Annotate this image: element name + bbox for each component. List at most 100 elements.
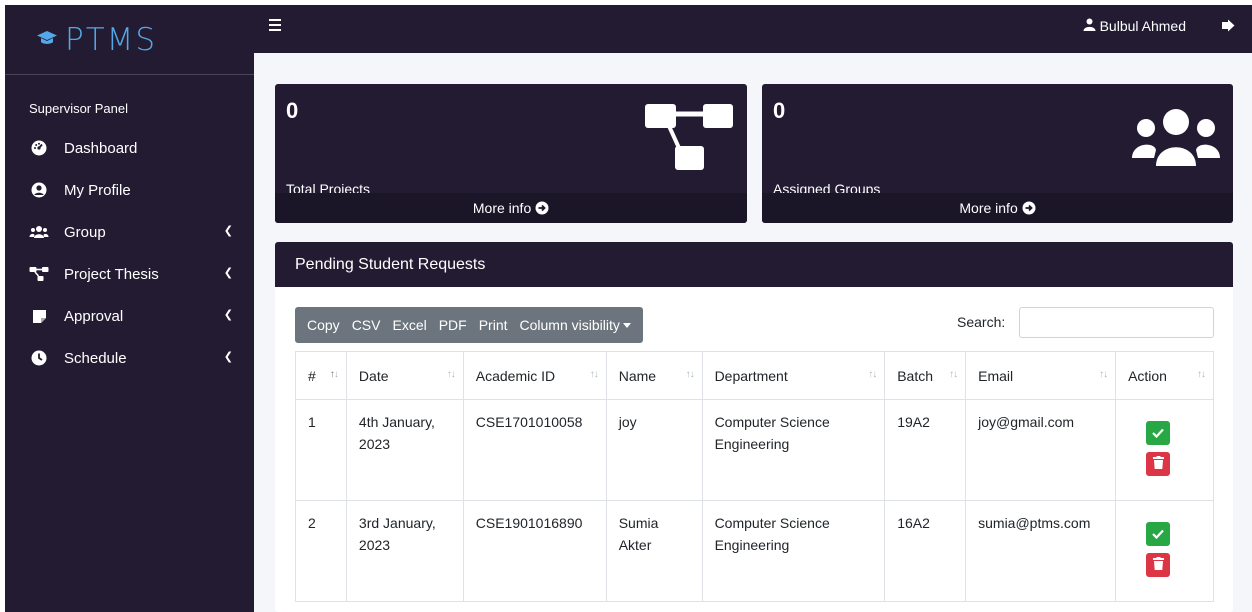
copy-button[interactable]: Copy [301, 317, 346, 333]
caret-down-icon [622, 323, 631, 328]
sidebar-item-label: My Profile [64, 181, 131, 199]
cell-number: 2 [295, 500, 347, 602]
user-circle-icon [28, 182, 50, 198]
stat-card-assigned-groups: 0 Assigned Groups More info [762, 84, 1233, 223]
excel-button[interactable]: Excel [386, 317, 432, 333]
stat-value: 0 [286, 98, 299, 123]
top-navbar: Bulbul Ahmed [254, 5, 1252, 53]
chevron-left-icon: ❮ [223, 351, 233, 363]
requests-table: # ↑↓ Date ↑↓ Academic ID ↑↓ Name ↑↓ Departme… [295, 351, 1214, 602]
card-title: Pending Student Requests [275, 242, 1233, 287]
sidebar: PTMS Supervisor Panel Dashboard My Profi… [5, 5, 254, 612]
cell-name: joy [605, 399, 703, 501]
export-button-group: Copy CSV Excel PDF Print Column visibili… [295, 307, 643, 343]
sort-icon: ↑↓ [589, 369, 599, 380]
cell-action [1115, 500, 1214, 602]
more-info-link[interactable]: More info [275, 193, 747, 223]
column-header-academic-id[interactable]: Academic ID ↑↓ [462, 351, 607, 400]
cell-date: 3rd January, 2023 [345, 500, 464, 602]
sort-icon: ↑↓ [446, 369, 456, 380]
menu-toggle-icon[interactable] [269, 19, 281, 34]
column-visibility-button[interactable]: Column visibility [514, 317, 637, 333]
cell-action [1115, 399, 1214, 501]
sort-icon: ↑↓ [1197, 369, 1206, 380]
approve-button[interactable] [1146, 421, 1171, 445]
sidebar-nav: Dashboard My Profile Group ❮ Project The… [5, 127, 254, 379]
more-info-link[interactable]: More info [762, 193, 1233, 223]
arrow-circle-right-icon [535, 200, 549, 216]
more-info-label: More info [472, 200, 532, 216]
table-row: 2 3rd January, 2023 CSE1901016890 Sumia … [295, 500, 1214, 602]
panel-label: Supervisor Panel [29, 101, 128, 116]
column-header-department[interactable]: Department ↑↓ [701, 351, 886, 400]
trash-icon [1152, 554, 1164, 576]
users-icon [28, 224, 50, 240]
cell-email: joy@gmail.com [965, 399, 1117, 501]
pdf-button[interactable]: PDF [433, 317, 473, 333]
pending-requests-card: Pending Student Requests Copy CSV Excel … [275, 242, 1233, 612]
column-header-email[interactable]: Email ↑↓ [965, 351, 1117, 400]
sidebar-item-my-profile[interactable]: My Profile [5, 169, 254, 211]
chevron-left-icon: ❮ [223, 267, 233, 279]
cell-batch: 16A2 [884, 500, 967, 602]
logout-icon[interactable] [1221, 19, 1235, 36]
brand-logo[interactable]: PTMS [5, 5, 254, 75]
check-icon [1152, 523, 1164, 545]
cell-number: 1 [295, 399, 347, 501]
column-header-name[interactable]: Name ↑↓ [605, 351, 703, 400]
approve-button[interactable] [1146, 522, 1171, 546]
sort-icon: ↑↓ [329, 369, 339, 380]
column-header-number[interactable]: # ↑↓ [295, 351, 347, 400]
sort-icon: ↑↓ [949, 369, 958, 380]
sidebar-item-schedule[interactable]: Schedule ❮ [5, 337, 254, 379]
csv-button[interactable]: CSV [346, 317, 387, 333]
brand-name: PTMS [65, 21, 158, 58]
delete-button[interactable] [1146, 452, 1171, 476]
print-button[interactable]: Print [473, 317, 514, 333]
sidebar-item-approval[interactable]: Approval ❮ [5, 295, 254, 337]
search-input[interactable] [1019, 307, 1214, 338]
chevron-left-icon: ❮ [223, 309, 233, 321]
sidebar-item-group[interactable]: Group ❮ [5, 211, 254, 253]
sort-icon: ↑↓ [685, 369, 695, 380]
sidebar-item-project-thesis[interactable]: Project Thesis ❮ [5, 253, 254, 295]
project-diagram-icon [645, 102, 735, 178]
table-row: 1 4th January, 2023 CSE1701010058 joy Co… [295, 399, 1214, 501]
sidebar-item-label: Group [64, 223, 106, 241]
stat-card-total-projects: 0 Total Projects More info [275, 84, 747, 223]
trash-icon [1152, 453, 1164, 475]
more-info-label: More info [959, 200, 1018, 216]
project-diagram-icon [28, 266, 50, 282]
cell-name: Sumia Akter [605, 500, 703, 602]
sticky-note-icon [28, 308, 50, 324]
user-name: Bulbul Ahmed [1099, 18, 1186, 34]
column-visibility-label: Column visibility [519, 317, 620, 333]
delete-button[interactable] [1146, 553, 1171, 577]
user-icon [1083, 18, 1096, 34]
check-icon [1152, 422, 1164, 444]
app-frame: PTMS Supervisor Panel Dashboard My Profi… [0, 0, 1252, 612]
table-header-row: # ↑↓ Date ↑↓ Academic ID ↑↓ Name ↑↓ Departme… [295, 351, 1214, 400]
sidebar-item-label: Dashboard [64, 139, 138, 157]
column-header-batch[interactable]: Batch ↑↓ [884, 351, 967, 400]
cell-academic-id: CSE1701010058 [462, 399, 607, 501]
cell-department: Computer Science Engineering [701, 500, 886, 602]
clock-icon [28, 350, 50, 366]
sidebar-item-dashboard[interactable]: Dashboard [5, 127, 254, 169]
main-content: 0 Total Projects More info 0 Assigned Gr… [254, 53, 1252, 612]
column-header-action[interactable]: Action ↑↓ [1115, 351, 1214, 400]
stat-value: 0 [773, 98, 786, 123]
graduation-cap-icon [36, 30, 58, 50]
tachometer-icon [28, 140, 50, 156]
sort-icon: ↑↓ [868, 369, 877, 380]
users-icon [1132, 108, 1220, 172]
cell-department: Computer Science Engineering [701, 399, 886, 501]
column-header-date[interactable]: Date ↑↓ [345, 351, 464, 400]
cell-date: 4th January, 2023 [345, 399, 464, 501]
search-label: Search: [957, 314, 1006, 330]
sidebar-item-label: Project Thesis [64, 265, 159, 283]
cell-batch: 19A2 [884, 399, 967, 501]
arrow-circle-right-icon [1022, 200, 1036, 216]
user-menu[interactable]: Bulbul Ahmed [1083, 18, 1186, 34]
sidebar-item-label: Schedule [64, 349, 127, 367]
